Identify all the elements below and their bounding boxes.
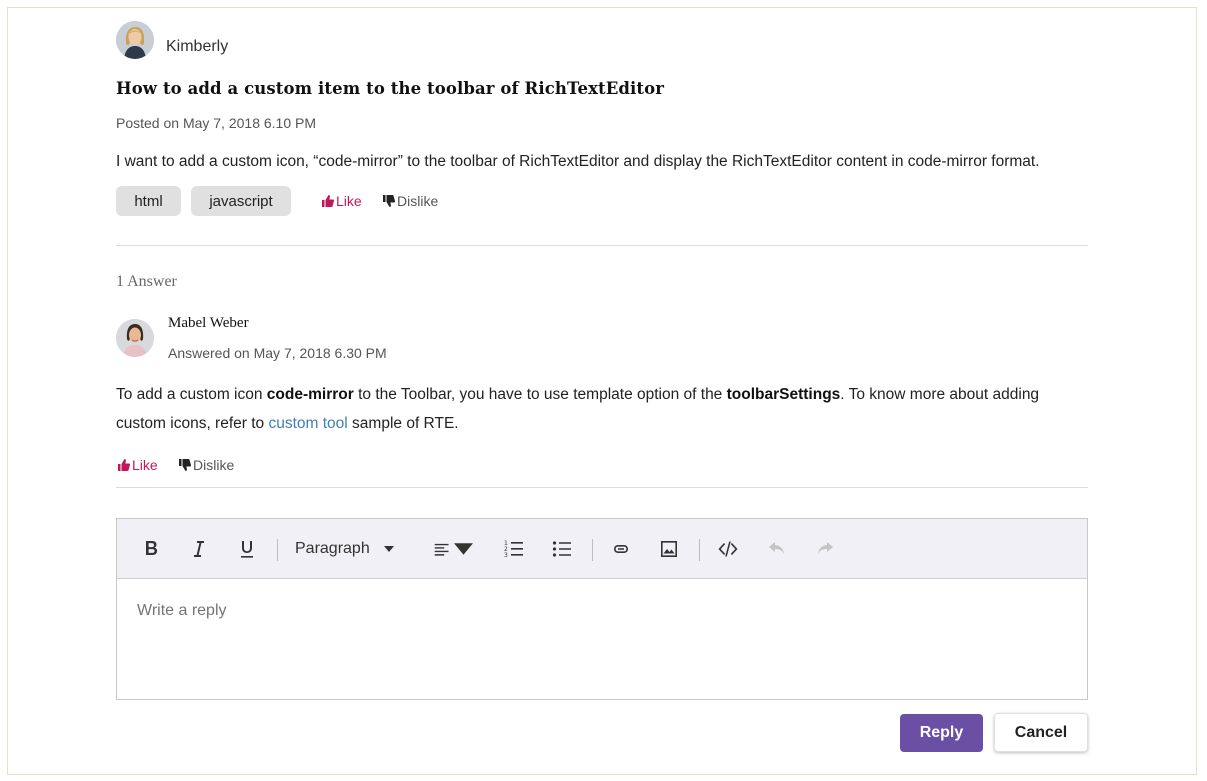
source-code-icon bbox=[718, 541, 738, 557]
answer-date: Answered on May 7, 2018 6.30 PM bbox=[168, 345, 387, 361]
toolbar-separator bbox=[699, 539, 700, 561]
answer-body: To add a custom icon code-mirror to the … bbox=[116, 386, 1040, 432]
question-title: How to add a custom item to the toolbar … bbox=[116, 79, 665, 98]
ordered-list-icon: 123 bbox=[504, 540, 523, 559]
custom-tool-link[interactable]: custom tool bbox=[268, 415, 347, 432]
underline-button[interactable] bbox=[233, 533, 261, 565]
caret-down-icon bbox=[454, 543, 473, 555]
divider bbox=[116, 487, 1088, 488]
source-code-button[interactable] bbox=[714, 533, 742, 565]
link-icon bbox=[614, 545, 628, 553]
italic-icon bbox=[194, 541, 204, 557]
undo-button[interactable] bbox=[763, 533, 791, 565]
thumbs-up-icon bbox=[118, 459, 130, 471]
answer-count: 1 Answer bbox=[116, 273, 177, 290]
unordered-list-icon bbox=[552, 541, 571, 557]
like-label: Like bbox=[336, 193, 362, 209]
mabel-avatar bbox=[116, 319, 154, 357]
reply-editor: Paragraph 123 bbox=[116, 518, 1088, 700]
dislike-label: Dislike bbox=[193, 457, 235, 473]
italic-button[interactable] bbox=[185, 533, 213, 565]
underline-icon bbox=[241, 541, 253, 558]
bold-button[interactable] bbox=[137, 533, 165, 565]
redo-icon bbox=[818, 542, 833, 554]
undo-icon bbox=[769, 542, 784, 554]
toolbar-separator bbox=[277, 539, 278, 561]
tag-javascript[interactable]: javascript bbox=[191, 186, 291, 216]
align-left-icon bbox=[434, 543, 449, 556]
dislike-label: Dislike bbox=[397, 193, 439, 209]
alignment-dropdown[interactable] bbox=[433, 533, 473, 565]
answer-author: Mabel Weber bbox=[168, 315, 249, 331]
unordered-list-button[interactable] bbox=[548, 533, 576, 565]
thumbs-down-icon bbox=[383, 195, 395, 207]
reply-content-area[interactable] bbox=[117, 580, 1087, 699]
caret-down-icon bbox=[383, 546, 394, 552]
toolbar-settings-term: toolbarSettings bbox=[726, 386, 841, 403]
thumbs-down-icon bbox=[179, 459, 191, 471]
thumbs-up-icon bbox=[322, 195, 334, 207]
cancel-button[interactable]: Cancel bbox=[994, 713, 1088, 752]
image-icon bbox=[661, 541, 677, 557]
answer-like-button[interactable]: Like bbox=[118, 457, 158, 473]
question-dislike-button[interactable]: Dislike bbox=[383, 193, 438, 209]
question-author: Kimberly bbox=[166, 38, 229, 55]
reply-button[interactable]: Reply bbox=[900, 714, 983, 752]
insert-image-button[interactable] bbox=[655, 533, 683, 565]
ordered-list-button[interactable]: 123 bbox=[500, 533, 528, 565]
formats-dropdown[interactable]: Paragraph bbox=[295, 533, 394, 565]
svg-text:3: 3 bbox=[504, 552, 508, 559]
divider bbox=[116, 245, 1088, 246]
tag-html[interactable]: html bbox=[116, 186, 181, 216]
answer-dislike-button[interactable]: Dislike bbox=[179, 457, 234, 473]
editor-toolbar: Paragraph 123 bbox=[117, 519, 1087, 579]
question-posted-date: Posted on May 7, 2018 6.10 PM bbox=[116, 115, 317, 131]
kimberly-avatar bbox=[116, 21, 154, 59]
redo-button[interactable] bbox=[811, 533, 839, 565]
insert-link-button[interactable] bbox=[607, 533, 635, 565]
question-body: I want to add a custom icon, “code-mirro… bbox=[116, 153, 1040, 170]
question-like-button[interactable]: Like bbox=[322, 193, 362, 209]
code-mirror-term: code-mirror bbox=[266, 386, 354, 403]
bold-icon bbox=[146, 541, 158, 555]
like-label: Like bbox=[132, 457, 158, 473]
format-label: Paragraph bbox=[295, 540, 370, 557]
toolbar-separator bbox=[592, 539, 593, 561]
